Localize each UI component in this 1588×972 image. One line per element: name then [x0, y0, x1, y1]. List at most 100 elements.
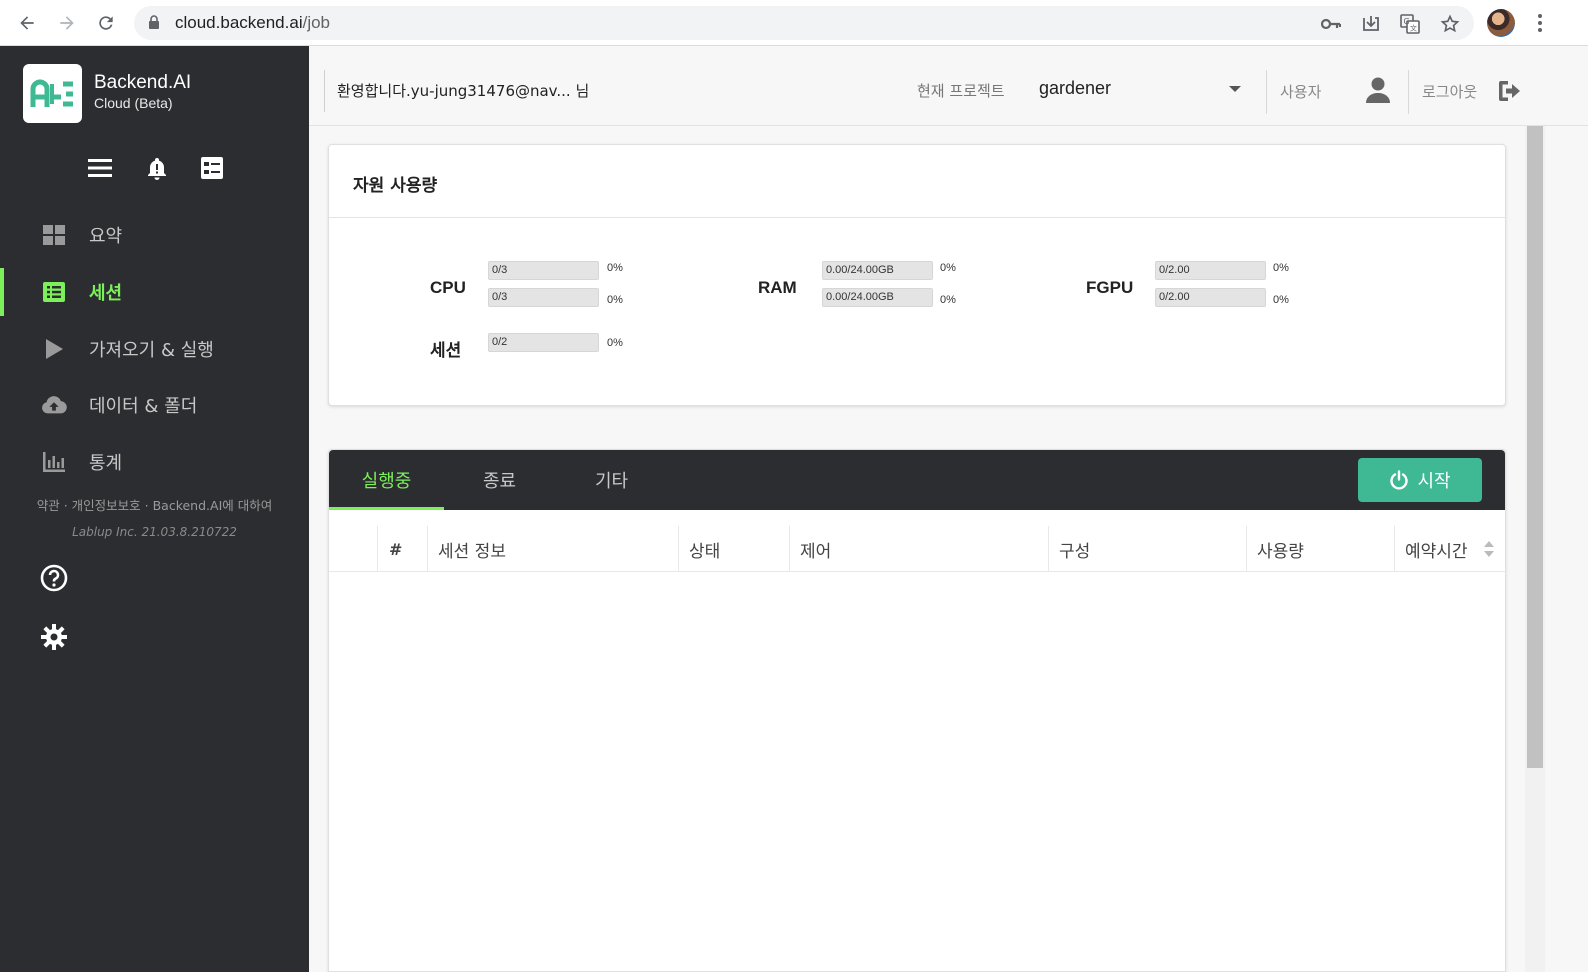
ram-percent-2: 0% — [940, 294, 956, 306]
fgpu-usage-bar: 0/2.00 — [1155, 261, 1266, 280]
install-icon[interactable] — [1361, 14, 1381, 34]
fgpu-label: FGPU — [1086, 278, 1134, 297]
task-list-icon[interactable] — [198, 154, 226, 182]
url-text[interactable]: cloud.backend.ai/job — [175, 13, 330, 33]
project-select[interactable]: gardener — [1039, 78, 1111, 99]
cpu-bar-text-2: 0/3 — [492, 291, 508, 303]
sessions-table-header: # 세션 정보 상태 제어 구성 사용량 예약시간 — [329, 526, 1505, 572]
column-separator — [377, 526, 378, 572]
sessions-panel: 실행중 종료 기타 시작 # 세션 정보 상태 제어 구성 사용량 예약시간 — [328, 449, 1506, 972]
project-label: 현재 프로젝트 — [917, 82, 1005, 100]
footer-links[interactable]: 약관 · 개인정보보호 · Backend.AI에 대하여 — [0, 495, 309, 514]
ram-bar-text: 0.00/24.00GB — [826, 264, 894, 276]
column-header-session-info: 세션 정보 — [438, 541, 506, 562]
hamburger-menu-icon[interactable] — [86, 154, 114, 182]
sidebar-item-label: 데이터 & 폴더 — [89, 396, 198, 417]
sidebar-item-statistics[interactable]: 통계 — [0, 438, 309, 486]
sidebar-item-label: 요약 — [89, 226, 123, 247]
column-header-usage: 사용량 — [1257, 541, 1304, 562]
fgpu-bar-text-2: 0/2.00 — [1159, 291, 1190, 303]
back-icon[interactable] — [15, 11, 39, 35]
sidebar-item-label: 세션 — [89, 283, 123, 304]
ram-bar-text-2: 0.00/24.00GB — [826, 291, 894, 303]
url-path: /job — [302, 13, 331, 32]
ram-label: RAM — [758, 278, 797, 297]
start-session-button[interactable]: 시작 — [1358, 458, 1482, 502]
logout-label[interactable]: 로그아웃 — [1422, 81, 1477, 102]
column-header-status: 상태 — [689, 541, 721, 562]
key-icon[interactable] — [1321, 14, 1341, 34]
help-icon[interactable] — [40, 564, 68, 592]
lock-icon[interactable] — [148, 15, 160, 34]
forward-icon[interactable] — [55, 11, 79, 35]
sidebar: Backend.AI Cloud (Beta) 요약 세션 가져오기 & 실행 — [0, 46, 309, 972]
sidebar-item-label: 통계 — [89, 453, 123, 474]
play-icon — [41, 336, 67, 362]
column-header-reservation[interactable]: 예약시간 — [1395, 526, 1468, 572]
menu-kebab-icon[interactable] — [1530, 12, 1550, 34]
power-icon — [1390, 470, 1409, 490]
resource-usage-card: 자원 사용량 CPU 0/3 0% 0/3 0% 세션 0/2 0% RAM 0… — [328, 144, 1506, 406]
tab-finished[interactable]: 종료 — [442, 450, 557, 510]
ram-usage-bar-2: 0.00/24.00GB — [822, 288, 933, 307]
brand: Backend.AI Cloud (Beta) — [94, 72, 191, 111]
card-title: 자원 사용량 — [353, 176, 438, 196]
session-percent: 0% — [607, 337, 623, 349]
translate-icon[interactable]: G文 — [1400, 14, 1420, 34]
version-text: Lablup Inc. 21.03.8.210722 — [72, 525, 237, 539]
dashboard-icon — [41, 222, 67, 248]
profile-avatar[interactable] — [1487, 9, 1515, 37]
column-header-control: 제어 — [800, 541, 832, 562]
reload-icon[interactable] — [94, 11, 118, 35]
session-tabs: 실행중 종료 기타 시작 — [329, 450, 1505, 510]
start-button-label: 시작 — [1417, 471, 1451, 492]
cpu-label: CPU — [430, 278, 466, 297]
card-divider — [329, 217, 1505, 218]
cpu-bar-text: 0/3 — [492, 264, 508, 276]
star-icon[interactable] — [1440, 14, 1460, 34]
session-label: 세션 — [430, 341, 462, 360]
brand-subtitle: Cloud (Beta) — [94, 95, 173, 111]
cloud-upload-icon — [41, 392, 67, 418]
user-account-icon[interactable] — [1364, 76, 1392, 104]
sidebar-item-data-folders[interactable]: 데이터 & 폴더 — [0, 381, 309, 429]
header-separator — [1266, 70, 1267, 114]
fgpu-percent-2: 0% — [1273, 294, 1289, 306]
settings-gear-icon[interactable] — [40, 623, 68, 651]
user-label[interactable]: 사용자 — [1280, 81, 1321, 102]
brand-title: Backend.AI — [94, 72, 192, 93]
browser-toolbar: cloud.backend.ai/job G文 — [0, 0, 1588, 46]
tab-others[interactable]: 기타 — [554, 450, 669, 510]
active-indicator — [0, 268, 4, 316]
app-header: 환영합니다.yu-jung31476@nav... 님 현재 프로젝트 gard… — [309, 46, 1588, 126]
address-bar[interactable]: cloud.backend.ai/job G文 — [134, 6, 1474, 40]
logout-icon[interactable] — [1498, 79, 1524, 103]
sidebar-item-import-run[interactable]: 가져오기 & 실행 — [0, 325, 309, 373]
cpu-usage-bar: 0/3 — [488, 261, 599, 280]
header-divider — [324, 70, 325, 112]
welcome-message: 환영합니다.yu-jung31476@nav... 님 — [337, 82, 590, 100]
sort-icon[interactable] — [1483, 539, 1495, 559]
svg-text:文: 文 — [1410, 24, 1417, 33]
fgpu-usage-bar-2: 0/2.00 — [1155, 288, 1266, 307]
ram-percent: 0% — [940, 262, 956, 274]
ram-usage-bar: 0.00/24.00GB — [822, 261, 933, 280]
column-header-index: # — [389, 539, 403, 559]
url-host: cloud.backend.ai — [175, 13, 303, 32]
list-icon — [41, 279, 67, 305]
cpu-percent: 0% — [607, 262, 623, 274]
chevron-down-icon[interactable] — [1229, 86, 1241, 92]
sidebar-item-label: 가져오기 & 실행 — [89, 340, 214, 361]
cpu-percent-2: 0% — [607, 294, 623, 306]
session-usage-bar: 0/2 — [488, 333, 599, 352]
notification-bell-icon[interactable] — [143, 154, 171, 182]
tab-running[interactable]: 실행중 — [329, 450, 444, 510]
fgpu-percent: 0% — [1273, 262, 1289, 274]
sidebar-item-sessions[interactable]: 세션 — [0, 268, 309, 316]
sidebar-toolbar — [0, 154, 309, 182]
bar-chart-icon — [41, 449, 67, 475]
page-scrollbar-thumb[interactable] — [1527, 126, 1543, 768]
sidebar-item-summary[interactable]: 요약 — [0, 211, 309, 259]
cpu-usage-bar-2: 0/3 — [488, 288, 599, 307]
backend-ai-logo[interactable] — [23, 64, 82, 123]
